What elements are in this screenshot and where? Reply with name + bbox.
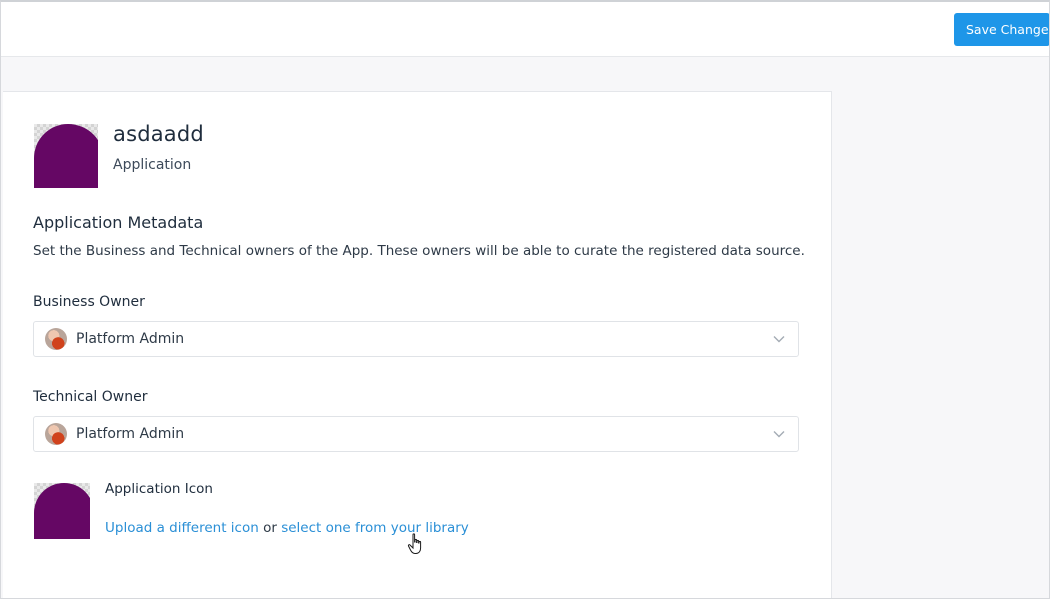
- business-owner-select[interactable]: Platform Admin: [33, 321, 799, 357]
- metadata-description: Set the Business and Technical owners of…: [33, 243, 805, 259]
- or-text: or: [263, 520, 277, 536]
- business-owner-value: Platform Admin: [76, 331, 185, 347]
- upload-icon-link[interactable]: Upload a different icon: [105, 520, 259, 536]
- select-from-library-link[interactable]: select one from your library: [281, 520, 469, 536]
- app-window: Save Changes asdaadd Application Applica…: [0, 0, 1050, 599]
- chevron-down-icon[interactable]: [772, 332, 786, 346]
- save-changes-button[interactable]: Save Changes: [954, 13, 1049, 46]
- technical-owner-value: Platform Admin: [76, 426, 185, 442]
- technical-owner-select[interactable]: Platform Admin: [33, 416, 799, 452]
- application-card: asdaadd Application Application Metadata…: [3, 91, 832, 598]
- user-avatar-icon: [45, 328, 67, 350]
- technical-owner-label: Technical Owner: [33, 389, 148, 405]
- chevron-down-icon[interactable]: [772, 427, 786, 441]
- hand-pointer-cursor-icon: [407, 533, 422, 554]
- user-avatar-icon: [45, 423, 67, 445]
- metadata-section-title: Application Metadata: [33, 213, 204, 232]
- application-icon-label: Application Icon: [105, 481, 213, 497]
- application-icon-preview: [34, 124, 98, 188]
- business-owner-label: Business Owner: [33, 294, 145, 310]
- application-type: Application: [113, 157, 192, 173]
- application-name: asdaadd: [113, 122, 204, 146]
- application-icon-thumbnail: [34, 483, 90, 539]
- top-toolbar: Save Changes: [1, 2, 1049, 57]
